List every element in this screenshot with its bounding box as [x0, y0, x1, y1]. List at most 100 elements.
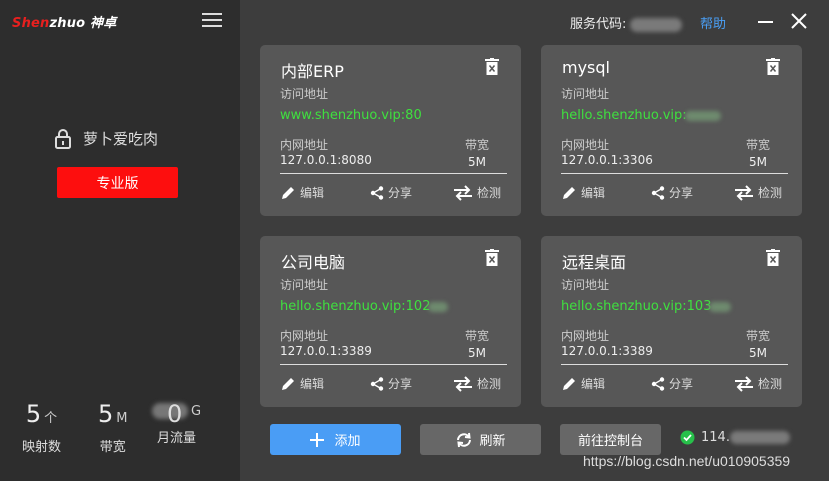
delete-icon[interactable]	[485, 58, 499, 75]
check-button[interactable]: 检测	[734, 184, 782, 201]
access-url[interactable]: hello.shenzhuo.vip:102	[280, 299, 449, 314]
goto-console-button[interactable]: 前往控制台	[560, 424, 661, 455]
pencil-icon	[282, 186, 294, 199]
mapping-card: 公司电脑 访问地址 hello.shenzhuo.vip:102 内网地址 带宽…	[260, 236, 521, 407]
stat-mappings-unit: 个	[44, 411, 58, 426]
bandwidth-label: 带宽	[465, 138, 490, 152]
user-name: 萝卜爱吃肉	[83, 130, 159, 148]
swap-arrows-icon	[454, 375, 472, 392]
pro-plan-button[interactable]: 专业版	[57, 167, 178, 198]
intranet-address: 127.0.0.1:3389	[280, 344, 372, 358]
card-title: 公司电脑	[281, 253, 346, 272]
card-title: 远程桌面	[562, 253, 627, 272]
delete-icon[interactable]	[766, 249, 780, 266]
access-label: 访问地址	[561, 87, 610, 101]
redacted-port	[428, 301, 449, 312]
redacted-port	[684, 110, 721, 121]
stat-mappings: 5个 映射数	[22, 400, 61, 455]
access-label: 访问地址	[280, 87, 329, 101]
access-label: 访问地址	[280, 278, 329, 292]
refresh-button[interactable]: 刷新	[420, 424, 541, 455]
watermark: https://blog.csdn.net/u010905359	[583, 453, 791, 469]
access-url[interactable]: www.shenzhuo.vip:80	[280, 108, 422, 123]
share-icon	[370, 376, 384, 391]
intranet-address: 127.0.0.1:3389	[561, 344, 653, 358]
access-url[interactable]: hello.shenzhuo.vip:103	[561, 299, 732, 314]
intranet-label: 内网地址	[561, 329, 610, 343]
stat-bandwidth-label: 带宽	[99, 440, 126, 455]
divider	[280, 364, 507, 365]
check-button[interactable]: 检测	[734, 375, 782, 392]
swap-arrows-icon	[735, 184, 753, 201]
access-url[interactable]: hello.shenzhuo.vip:	[561, 108, 721, 123]
edit-button[interactable]: 编辑	[280, 184, 324, 201]
intranet-label: 内网地址	[280, 329, 329, 343]
stat-traffic: 0G 月流量	[152, 400, 201, 446]
server-ip: 114.	[701, 430, 730, 445]
pencil-icon	[282, 377, 294, 390]
stat-bandwidth: 5M 带宽	[98, 400, 128, 455]
redacted-service-code	[630, 17, 683, 32]
bandwidth-label: 带宽	[465, 329, 490, 343]
bandwidth-label: 带宽	[746, 138, 771, 152]
refresh-icon	[457, 432, 472, 447]
stat-traffic-value: 0	[167, 400, 183, 428]
edit-button[interactable]: 编辑	[280, 375, 324, 392]
stat-bandwidth-value: 5	[98, 400, 114, 428]
hamburger-menu-icon[interactable]	[202, 13, 222, 29]
user-info: 萝卜爱吃肉	[55, 128, 158, 149]
access-label: 访问地址	[561, 278, 610, 292]
lock-icon	[55, 128, 71, 149]
intranet-label: 内网地址	[561, 138, 610, 152]
divider	[561, 364, 788, 365]
service-code: 服务代码:	[570, 13, 683, 32]
service-code-label: 服务代码:	[570, 17, 627, 32]
swap-arrows-icon	[735, 375, 753, 392]
edit-button[interactable]: 编辑	[561, 375, 605, 392]
mapping-card: 内部ERP 访问地址 www.shenzhuo.vip:80 内网地址 带宽 1…	[260, 45, 521, 216]
delete-icon[interactable]	[766, 58, 780, 75]
intranet-address: 127.0.0.1:8080	[280, 153, 372, 167]
share-icon	[370, 185, 384, 200]
close-icon[interactable]	[790, 12, 808, 30]
share-button[interactable]: 分享	[651, 375, 693, 392]
bandwidth-value: 5M	[749, 346, 767, 360]
pencil-icon	[563, 377, 575, 390]
stat-traffic-label: 月流量	[157, 431, 197, 446]
share-button[interactable]: 分享	[370, 184, 412, 201]
bandwidth-label: 带宽	[746, 329, 771, 343]
sidebar: Shenzhuo 神卓 萝卜爱吃肉 专业版 5个 映射数 5M 带宽 0G 月流…	[0, 0, 240, 481]
minimize-icon[interactable]	[758, 21, 773, 23]
share-icon	[651, 376, 665, 391]
bandwidth-value: 5M	[468, 155, 486, 169]
stat-mappings-label: 映射数	[22, 440, 62, 455]
mapping-card: mysql 访问地址 hello.shenzhuo.vip: 内网地址 带宽 1…	[541, 45, 802, 216]
stat-mappings-value: 5	[25, 400, 42, 428]
check-circle-icon	[680, 430, 695, 445]
plus-icon	[310, 432, 325, 447]
mapping-card: 远程桌面 访问地址 hello.shenzhuo.vip:103 内网地址 带宽…	[541, 236, 802, 407]
card-title: 内部ERP	[281, 62, 344, 81]
divider	[561, 173, 788, 174]
divider	[280, 173, 507, 174]
help-link[interactable]: 帮助	[700, 13, 726, 32]
share-button[interactable]: 分享	[370, 375, 412, 392]
share-button[interactable]: 分享	[651, 184, 693, 201]
check-button[interactable]: 检测	[453, 375, 501, 392]
stat-traffic-unit: G	[191, 404, 202, 419]
card-title: mysql	[562, 58, 610, 77]
redacted-port	[709, 301, 732, 312]
intranet-label: 内网地址	[280, 138, 329, 152]
edit-button[interactable]: 编辑	[561, 184, 605, 201]
topbar: 服务代码: 帮助	[240, 0, 829, 42]
check-button[interactable]: 检测	[453, 184, 501, 201]
intranet-address: 127.0.0.1:3306	[561, 153, 653, 167]
logo: Shenzhuo 神卓	[12, 16, 117, 31]
bandwidth-value: 5M	[468, 346, 486, 360]
bandwidth-value: 5M	[749, 155, 767, 169]
delete-icon[interactable]	[485, 249, 499, 266]
connection-status: 114.	[680, 430, 790, 445]
share-icon	[651, 185, 665, 200]
add-button[interactable]: 添加	[270, 424, 401, 455]
swap-arrows-icon	[454, 184, 472, 201]
